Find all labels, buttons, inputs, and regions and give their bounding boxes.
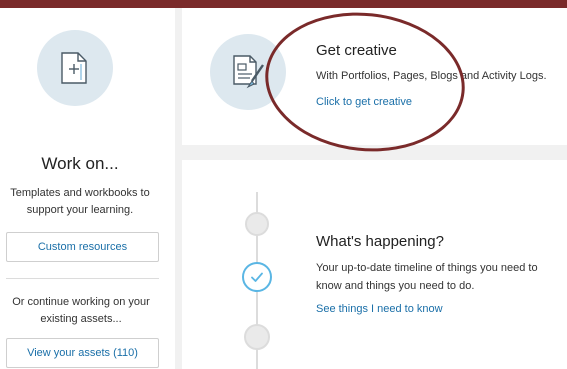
whats-happening-title: What's happening? — [316, 233, 444, 250]
top-accent-bar — [0, 0, 567, 8]
check-icon — [251, 272, 263, 282]
custom-resources-button[interactable]: Custom resources — [6, 232, 159, 262]
timeline-current-dot — [242, 262, 272, 292]
continue-description: Or continue working on your existing ass… — [12, 296, 150, 325]
whats-happening-description: Your up-to-date timeline of things you n… — [316, 262, 538, 292]
timeline-dot — [245, 212, 269, 236]
add-document-icon — [61, 52, 87, 84]
work-on-title: Work on... — [41, 154, 119, 173]
whats-happening-card: What's happening? Your up-to-date timeli… — [182, 160, 567, 369]
document-brush-icon — [233, 55, 264, 89]
see-things-link[interactable]: See things I need to know — [316, 303, 443, 315]
timeline-dot — [244, 324, 270, 350]
work-on-panel: Work on... Templates and workbooks to su… — [0, 8, 175, 369]
work-on-description: Templates and workbooks to support your … — [10, 187, 150, 216]
work-on-icon-circle — [37, 30, 113, 106]
view-assets-button[interactable]: View your assets (110) — [6, 338, 159, 368]
divider — [6, 278, 159, 279]
